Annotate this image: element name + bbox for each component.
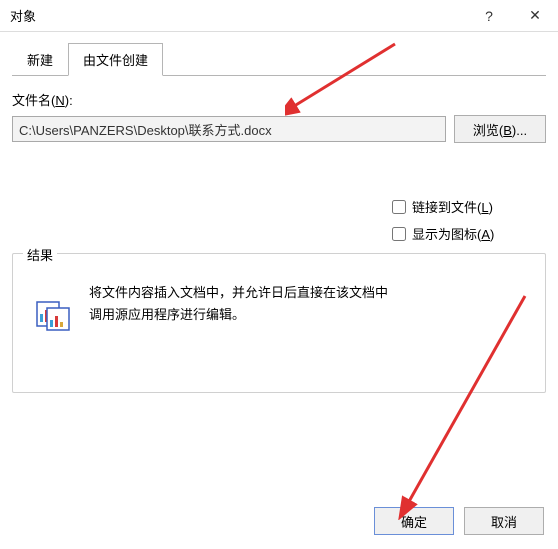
dialog-title: 对象 xyxy=(10,6,466,25)
browse-button[interactable]: 浏览(B)... xyxy=(454,115,546,143)
display-as-icon-input[interactable] xyxy=(392,227,406,241)
dialog-footer: 确定 取消 xyxy=(374,507,544,535)
filename-label: 文件名(N): xyxy=(12,90,546,109)
tab-bar: 新建 由文件创建 xyxy=(12,42,546,76)
tab-new[interactable]: 新建 xyxy=(12,43,68,76)
cancel-button[interactable]: 取消 xyxy=(464,507,544,535)
link-to-file-checkbox[interactable]: 链接到文件(L) xyxy=(392,197,546,216)
result-groupbox: 结果 将文件内容插入文档中，并允许日后直接在该文档中调用源应用程序进行编辑。 xyxy=(12,253,546,393)
document-chart-icon xyxy=(35,296,71,332)
display-as-icon-label: 显示为图标(A) xyxy=(412,224,494,243)
titlebar: 对象 ? ✕ xyxy=(0,0,558,32)
tab-from-file[interactable]: 由文件创建 xyxy=(68,43,163,76)
result-description: 将文件内容插入文档中，并允许日后直接在该文档中调用源应用程序进行编辑。 xyxy=(89,282,389,326)
result-legend: 结果 xyxy=(23,245,57,264)
filename-input[interactable] xyxy=(12,116,446,142)
dialog-body: 新建 由文件创建 文件名(N): 浏览(B)... 链接到文件(L) 显示为图标… xyxy=(0,32,558,393)
close-button[interactable]: ✕ xyxy=(512,0,558,32)
link-to-file-label: 链接到文件(L) xyxy=(412,197,493,216)
display-as-icon-checkbox[interactable]: 显示为图标(A) xyxy=(392,224,546,243)
link-to-file-input[interactable] xyxy=(392,200,406,214)
help-button[interactable]: ? xyxy=(466,0,512,32)
ok-button[interactable]: 确定 xyxy=(374,507,454,535)
